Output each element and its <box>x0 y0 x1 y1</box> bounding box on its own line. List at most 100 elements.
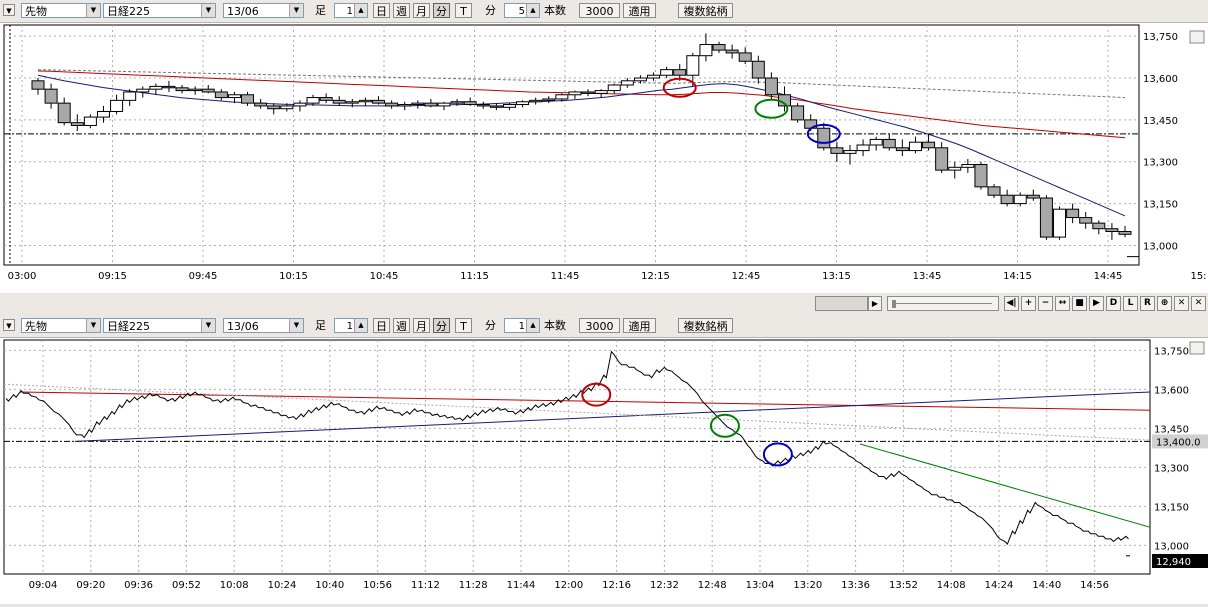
scroll-right-icon[interactable]: ▶ <box>868 296 882 311</box>
chevron-down-icon: ▼ <box>289 319 303 332</box>
line-view-button[interactable]: L <box>1123 296 1138 311</box>
candle-body <box>830 147 844 154</box>
panel-menu-arrow-icon[interactable]: ▼ <box>3 319 15 331</box>
period-day-button[interactable]: 日 <box>373 318 390 333</box>
apply-button[interactable]: 適用 <box>623 3 656 18</box>
candle-body <box>44 88 58 104</box>
reference-price-label: 13,400.0 <box>1156 437 1201 448</box>
candle-body <box>175 87 189 92</box>
close-icon[interactable]: ✕ <box>1174 296 1189 311</box>
bottom-chart-panel: 13,000 13,150 13,300 13,450 13,600 13,750 09:0… <box>0 338 1208 604</box>
y-tick-label: 13,750 <box>1143 32 1178 43</box>
zoom-out-button[interactable]: − <box>1038 296 1053 311</box>
candle-body <box>411 102 425 106</box>
zoom-slider[interactable] <box>887 296 999 311</box>
candle-body <box>1026 194 1040 199</box>
zoom-in-button[interactable]: + <box>1021 296 1036 311</box>
x-tick-label: 10:08 <box>220 580 249 591</box>
fit-button[interactable]: ↔ <box>1055 296 1070 311</box>
candle-body <box>1118 231 1132 235</box>
candle-body <box>555 94 569 100</box>
candle-body <box>987 186 1001 196</box>
count-field[interactable]: 3000 <box>579 3 620 18</box>
zoom-slider-track <box>892 303 992 304</box>
market-select[interactable]: 先物 ▼ <box>21 3 101 18</box>
ashi-stepper[interactable]: 1 ▲ <box>334 318 368 333</box>
period-day-button[interactable]: 日 <box>373 3 390 18</box>
candle-body <box>1066 208 1080 219</box>
play-button[interactable]: ▶ <box>1089 296 1104 311</box>
chart-navigation-bar: ▶ ◀| + − ↔ ■ ▶ D L R ⊕ ✕ ✕ <box>0 294 1208 314</box>
reset-button[interactable]: R <box>1140 296 1155 311</box>
x-tick-label: 09:52 <box>172 580 201 591</box>
minute-stepper[interactable]: 1 ▲ <box>504 318 540 333</box>
period-minute-button[interactable]: 分 <box>433 3 450 18</box>
stepper-icon: ▲ <box>526 319 539 332</box>
candle-body <box>660 69 674 76</box>
candle-body <box>1013 194 1027 205</box>
panel-menu-arrow-icon[interactable]: ▼ <box>3 4 15 16</box>
minute-stepper[interactable]: 5 ▲ <box>504 3 540 18</box>
x-tick-label: 13:36 <box>841 580 870 591</box>
top-chart-panel: 13,000 13,150 13,300 13,450 13,600 13,750 03:0… <box>0 23 1208 293</box>
candle-body <box>188 88 202 92</box>
x-tick-label: 03:00 <box>8 271 37 282</box>
ashi-stepper[interactable]: 1 ▲ <box>334 3 368 18</box>
jump-start-button[interactable]: ◀| <box>1004 296 1019 311</box>
candle-body <box>136 88 150 93</box>
index-select[interactable]: 日経225 ▼ <box>103 318 216 333</box>
y-tick-label: 13,300 <box>1143 158 1178 169</box>
chevron-down-icon: ▼ <box>201 4 215 17</box>
candle-body <box>437 102 451 107</box>
axis-menu-button <box>1189 30 1205 44</box>
contract-select[interactable]: 13/06 ▼ <box>223 3 304 18</box>
candle-body <box>568 91 582 96</box>
index-select[interactable]: 日経225 ▼ <box>103 3 216 18</box>
day-view-button[interactable]: D <box>1106 296 1121 311</box>
x-tick-label: 09:45 <box>189 271 218 282</box>
candle-body <box>751 60 765 79</box>
period-minute-button[interactable]: 分 <box>433 318 450 333</box>
period-tick-button[interactable]: T <box>455 3 472 18</box>
stepper-icon: ▲ <box>354 4 367 17</box>
period-month-button[interactable]: 月 <box>413 318 430 333</box>
y-tick-label: 13,450 <box>1154 424 1189 435</box>
zoom-slider-thumb[interactable] <box>892 300 896 308</box>
market-select[interactable]: 先物 ▼ <box>21 318 101 333</box>
x-tick-label: 14:24 <box>985 580 1014 591</box>
scroll-track[interactable] <box>815 296 868 311</box>
period-week-button[interactable]: 週 <box>393 318 410 333</box>
multi-symbol-button[interactable]: 複数銘柄 <box>678 318 733 333</box>
candle-body <box>372 99 386 104</box>
candle-body <box>463 101 477 106</box>
period-month-button[interactable]: 月 <box>413 3 430 18</box>
x-tick-label: 10:40 <box>315 580 344 591</box>
candle-body <box>110 99 124 113</box>
candle-body <box>83 116 97 126</box>
contract-select[interactable]: 13/06 ▼ <box>223 318 304 333</box>
multi-symbol-button[interactable]: 複数銘柄 <box>678 3 733 18</box>
delete-icon[interactable]: ✕ <box>1191 296 1206 311</box>
count-field[interactable]: 3000 <box>579 318 620 333</box>
x-tick-label: 14:56 <box>1080 580 1109 591</box>
axis-menu-button <box>1189 341 1205 355</box>
apply-button[interactable]: 適用 <box>623 318 656 333</box>
candle-body <box>633 77 647 82</box>
candle-body <box>319 97 333 101</box>
candle-body <box>332 99 346 104</box>
x-tick-label: 12:15 <box>641 271 670 282</box>
period-week-button[interactable]: 週 <box>393 3 410 18</box>
magnify-icon[interactable]: ⊕ <box>1157 296 1172 311</box>
candle-body <box>620 80 634 86</box>
candle-body <box>516 101 530 106</box>
y-tick-label: 13,300 <box>1154 463 1189 474</box>
x-tick-label: 09:36 <box>124 580 153 591</box>
candle-body <box>489 105 503 108</box>
x-tick-label: 11:45 <box>551 271 580 282</box>
candle-body <box>31 80 45 90</box>
x-tick-label: 11:12 <box>411 580 440 591</box>
x-tick-label: 13:52 <box>889 580 918 591</box>
stop-button[interactable]: ■ <box>1072 296 1087 311</box>
period-tick-button[interactable]: T <box>455 318 472 333</box>
candle-body <box>398 104 412 107</box>
